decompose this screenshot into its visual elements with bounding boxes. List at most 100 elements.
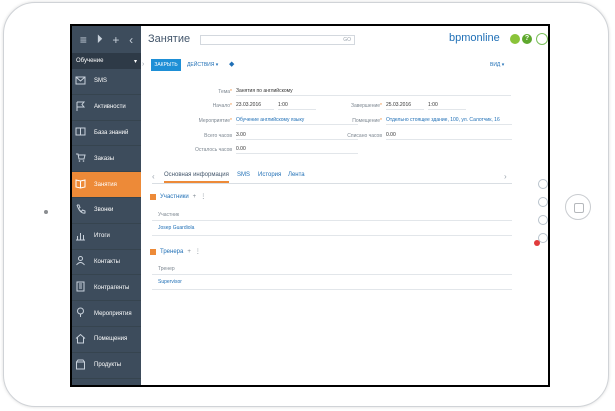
divider	[152, 235, 512, 236]
end-time-field[interactable]: 1:00	[428, 102, 466, 110]
start-label: Начало*	[212, 103, 232, 109]
link-icon[interactable]	[538, 179, 548, 189]
participants-title: Участники	[160, 193, 189, 200]
sidebar-item-label: Занятия	[94, 181, 117, 188]
sidebar-item-label: Мероприятия	[94, 310, 132, 317]
communication-panel	[538, 179, 548, 251]
workspace-select[interactable]: Обучение ▾	[72, 53, 141, 69]
event-label: Мероприятие*	[198, 118, 232, 124]
room-field[interactable]: Отдельно стоящее здание, 100, ул. Салотч…	[386, 117, 512, 125]
menu-icon[interactable]: ≡	[80, 33, 87, 47]
more-icon[interactable]: ⋮	[195, 248, 201, 255]
camera-icon	[44, 210, 48, 214]
box-icon	[75, 359, 86, 372]
chat-icon[interactable]	[538, 215, 548, 225]
sidebar-item[interactable]: Помещения	[72, 327, 141, 353]
divider	[152, 220, 512, 221]
book-icon	[75, 126, 86, 139]
sidebar-topbar: ≡ ⏵ + ‹	[72, 26, 141, 53]
sidebar-item[interactable]: Звонки	[72, 198, 141, 224]
sidebar-item-label: База знаний	[94, 129, 129, 136]
sidebar-item-label: SMS	[94, 78, 108, 85]
actions-button[interactable]: ДЕЙСТВИЯ ▾	[187, 62, 218, 68]
chevron-left-icon[interactable]: ‹	[152, 172, 155, 181]
trainer-row[interactable]: Supervisor	[158, 279, 258, 287]
sidebar-item-label: Контрагенты	[94, 284, 130, 291]
house-icon	[75, 333, 86, 346]
gear-icon[interactable]	[510, 34, 520, 44]
screen: ≡ ⏵ + ‹ Обучение ▾ SMS Активности База зна…	[70, 24, 550, 387]
back-icon[interactable]: ›	[142, 61, 144, 68]
start-time-field[interactable]: 1:00	[278, 102, 316, 110]
sidebar-item[interactable]: Занятия	[72, 172, 141, 198]
add-trainer-icon[interactable]: +	[187, 249, 191, 255]
sidebar-item[interactable]: Продукты	[72, 353, 141, 379]
sidebar: ≡ ⏵ + ‹ Обучение ▾ SMS Активности База зна…	[72, 26, 141, 385]
sidebar-item-label: Помещения	[94, 336, 128, 343]
divider	[152, 274, 512, 275]
search-input[interactable]: GO	[200, 35, 355, 45]
sidebar-item[interactable]: SMS	[72, 69, 141, 95]
sidebar-item-label: Заказы	[94, 155, 115, 162]
tablet-frame: ≡ ⏵ + ‹ Обучение ▾ SMS Активности База зна…	[3, 2, 609, 407]
chevron-right-icon[interactable]: ›	[504, 172, 507, 181]
play-icon[interactable]: ⏵	[97, 32, 103, 47]
sidebar-item[interactable]: Активности	[72, 95, 141, 121]
end-date-field[interactable]: 25.03.2016	[386, 102, 424, 110]
bar-chart-icon	[75, 230, 86, 243]
sidebar-item-label: Активности	[94, 104, 126, 111]
tab-main-info[interactable]: Основная информация	[164, 172, 229, 183]
pin-icon	[75, 307, 86, 320]
sidebar-item[interactable]: Контакты	[72, 250, 141, 276]
collapse-group-icon[interactable]	[150, 193, 156, 200]
home-button[interactable]	[565, 194, 591, 220]
search-go-button[interactable]: GO	[343, 37, 351, 43]
avatar[interactable]	[536, 33, 548, 45]
collapse-icon[interactable]: ‹	[129, 33, 133, 47]
hours-written-field: 0.00	[386, 132, 512, 140]
person-icon	[75, 255, 86, 268]
view-button[interactable]: ВИД ▾	[490, 62, 504, 68]
participant-row[interactable]: Josep Guardiola	[158, 225, 258, 233]
page-title: Занятие	[148, 33, 191, 45]
workspace-label: Обучение	[76, 58, 104, 64]
sidebar-item-label: Звонки	[94, 207, 114, 214]
tab-bar: ‹ Основная информация SMS История Лента …	[152, 170, 512, 184]
email-icon[interactable]	[538, 197, 548, 207]
sidebar-item-label: Итоги	[94, 233, 110, 240]
end-label: Завершение*	[350, 103, 382, 109]
add-icon[interactable]: +	[112, 33, 119, 47]
help-icon[interactable]: ?	[522, 34, 532, 44]
building-icon	[75, 281, 86, 294]
hours-left-field: 0.00	[236, 146, 358, 154]
topic-label: Тема*	[218, 89, 232, 95]
sidebar-item[interactable]: Мероприятия	[72, 301, 141, 327]
sidebar-item[interactable]: Заказы	[72, 146, 141, 173]
tag-icon[interactable]: ◆	[229, 60, 234, 68]
sidebar-item[interactable]: Контрагенты	[72, 275, 141, 302]
more-icon[interactable]: ⋮	[200, 193, 206, 200]
hours-left-label: Осталось часов	[194, 147, 232, 153]
trainers-title: Тренера	[160, 248, 184, 255]
collapse-group-icon[interactable]	[150, 248, 156, 255]
logo: bpmonline	[449, 32, 500, 44]
close-button[interactable]: ЗАКРЫТЬ	[151, 59, 181, 71]
cart-icon	[75, 152, 86, 165]
sidebar-item[interactable]: Итоги	[72, 224, 141, 250]
sidebar-item[interactable]: База знаний	[72, 121, 141, 147]
sidebar-item-label: Продукты	[94, 362, 122, 369]
start-date-field[interactable]: 23.03.2016	[236, 102, 274, 110]
participant-column-header: Участник	[158, 212, 180, 218]
notification-badge	[534, 240, 540, 246]
tab-feed[interactable]: Лента	[288, 172, 305, 178]
tab-history[interactable]: История	[258, 172, 281, 178]
topic-field[interactable]: Занятия по английскому	[236, 88, 511, 96]
trainers-group[interactable]: Тренера + ⋮	[150, 248, 201, 255]
add-participant-icon[interactable]: +	[193, 194, 197, 200]
participants-group[interactable]: Участники + ⋮	[150, 193, 206, 200]
hours-total-label: Всего часов	[204, 133, 232, 139]
open-book-icon	[75, 178, 86, 191]
sidebar-item-label: Контакты	[94, 258, 120, 265]
tab-sms[interactable]: SMS	[237, 172, 250, 178]
room-label: Помещение*	[352, 118, 382, 124]
